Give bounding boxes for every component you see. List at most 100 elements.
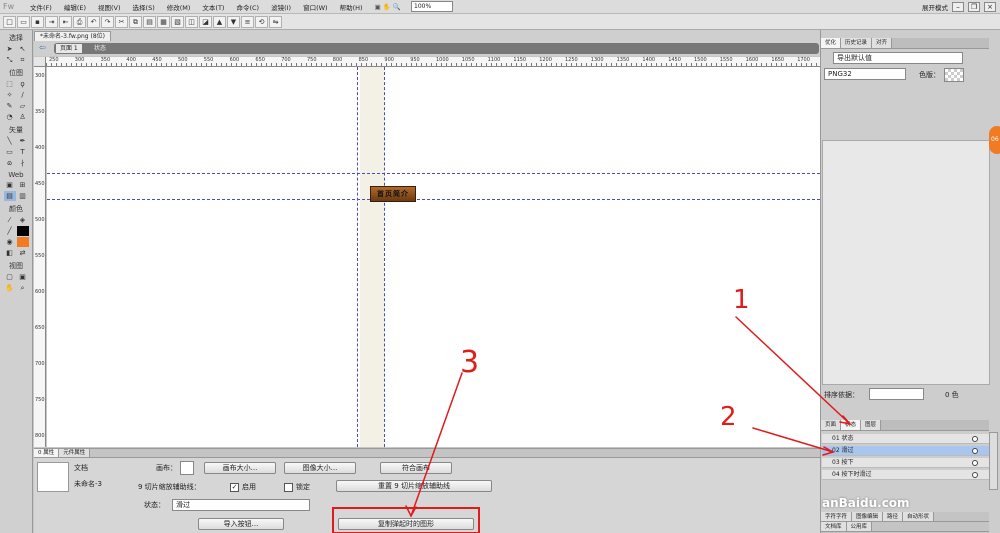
new-icon[interactable]: □ — [3, 15, 16, 28]
sort-select[interactable] — [869, 388, 924, 400]
rotate-icon[interactable]: ⟲ — [255, 15, 268, 28]
tab-pages[interactable]: 页面 — [821, 420, 842, 430]
ungroup-icon[interactable]: ▧ — [171, 15, 184, 28]
horizontal-ruler[interactable]: 250 300 350 400 450 500 550 600 650 700 750 800 850 9… — [46, 57, 820, 67]
minimize-icon[interactable]: – — [952, 1, 964, 12]
tab-character[interactable]: 字符字符 — [821, 512, 853, 521]
hide-slices-icon[interactable]: ▤ — [3, 191, 16, 201]
paint-bucket-tool-icon[interactable]: ◈ — [17, 215, 29, 225]
tab-align[interactable]: 对齐 — [872, 38, 893, 48]
crop-tool-icon[interactable]: ⌗ — [17, 55, 29, 65]
tab-symbol-properties[interactable]: 元件属性 — [59, 449, 91, 457]
hotspot-tool-icon[interactable]: ▣ — [4, 180, 16, 190]
magic-wand-tool-icon[interactable]: ✧ — [4, 90, 16, 100]
split-icon[interactable]: ◪ — [199, 15, 212, 28]
menu-commands[interactable]: 命令(C) — [230, 2, 265, 12]
save-icon[interactable]: ▪ — [31, 15, 44, 28]
menu-select[interactable]: 选择(S) — [127, 2, 161, 12]
menu-text[interactable]: 文本(T) — [196, 2, 230, 12]
orange-side-badge[interactable]: 06 — [989, 126, 1000, 154]
zoom-select[interactable]: 100% — [411, 1, 454, 12]
state-select[interactable]: 滑过 — [172, 499, 310, 511]
menu-window[interactable]: 窗口(W) — [297, 2, 334, 12]
workspace-mode[interactable]: 展开模式 — [922, 2, 948, 12]
vertical-ruler[interactable]: 300 350 400 450 500 550 600 650 700 750 800 — [34, 67, 46, 447]
matte-swatch[interactable] — [944, 68, 964, 82]
state-row-4[interactable]: 04 按下时滑过 — [822, 470, 990, 480]
undo-icon[interactable]: ↶ — [87, 15, 100, 28]
hand-tool-icon[interactable]: ✋ — [4, 283, 16, 293]
back-icon[interactable]: ▼ — [227, 15, 240, 28]
state-dot-icon[interactable] — [972, 472, 978, 478]
menu-filters[interactable]: 滤镜(I) — [265, 2, 297, 12]
line-tool-icon[interactable]: ╲ — [4, 136, 16, 146]
state-row-2[interactable]: 02 滑过 — [822, 446, 990, 456]
menu-modify[interactable]: 修改(M) — [161, 2, 197, 12]
canvas-color-swatch[interactable] — [180, 461, 194, 475]
tab-image-edit[interactable]: 图像编辑 — [852, 512, 884, 521]
swap-colors-icon[interactable]: ⇄ — [17, 248, 29, 258]
group-icon[interactable]: ▦ — [157, 15, 170, 28]
state-row-1[interactable]: 01 状态 — [822, 434, 990, 444]
tab-auto-shapes[interactable]: 自动形状 — [903, 512, 935, 521]
pencil-tool-icon[interactable]: ✎ — [4, 101, 16, 111]
format-select[interactable]: PNG32 — [824, 68, 906, 80]
copy-icon[interactable]: ⧉ — [129, 15, 142, 28]
fill-bucket-icon[interactable]: ◉ — [4, 237, 16, 247]
rectangle-tool-icon[interactable]: ▭ — [4, 147, 16, 157]
open-icon[interactable]: ▭ — [17, 15, 30, 28]
fit-canvas-button[interactable]: 符合画布 — [380, 462, 452, 474]
state-row-3[interactable]: 03 按下 — [822, 458, 990, 468]
freeform-tool-icon[interactable]: ɷ — [4, 158, 16, 168]
lasso-tool-icon[interactable]: ϙ — [17, 79, 29, 89]
stroke-swatch[interactable] — [16, 226, 29, 236]
menu-help[interactable]: 帮助(H) — [334, 2, 369, 12]
guide-vertical-1[interactable] — [357, 67, 358, 447]
tab-optimize[interactable]: 优化 — [821, 38, 842, 48]
tab-properties[interactable]: 0 属性 — [34, 449, 60, 457]
menu-edit[interactable]: 编辑(E) — [58, 2, 92, 12]
eraser-tool-icon[interactable]: ▱ — [17, 101, 29, 111]
print-icon[interactable]: ⎙ — [73, 15, 86, 28]
tab-common-library[interactable]: 公用库 — [846, 522, 873, 531]
document-tab[interactable]: *未命名-3.fw.png (8位) — [34, 31, 111, 41]
fill-swatch[interactable] — [16, 237, 29, 247]
tab-layers[interactable]: 图层 — [861, 420, 882, 430]
knife-tool-icon[interactable]: ∤ — [17, 158, 29, 168]
align-icon[interactable]: ≡ — [241, 15, 254, 28]
pointer-tool-icon[interactable]: ➤ — [4, 44, 16, 54]
state-tab[interactable]: 状态 — [94, 44, 106, 53]
flip-icon[interactable]: ⇋ — [269, 15, 282, 28]
state-dot-icon[interactable] — [972, 460, 978, 466]
slice-tool-icon[interactable]: ⊞ — [17, 180, 29, 190]
import-button[interactable]: 导入按钮... — [198, 518, 284, 530]
close-icon[interactable]: × — [984, 1, 996, 12]
marquee-tool-icon[interactable]: ⬚ — [4, 79, 16, 89]
export-icon[interactable]: ⇤ — [59, 15, 72, 28]
standard-screen-icon[interactable]: ▢ — [4, 272, 16, 282]
text-tool-icon[interactable]: T — [17, 147, 29, 157]
enable-checkbox[interactable]: ✓ — [230, 483, 239, 492]
scale-tool-icon[interactable]: ⤡ — [4, 55, 16, 65]
guide-horizontal-1[interactable] — [47, 173, 820, 174]
states-scrollbar[interactable] — [989, 432, 998, 490]
join-icon[interactable]: ◫ — [185, 15, 198, 28]
eyedropper-tool-icon[interactable]: ⁄ — [4, 215, 16, 225]
import-icon[interactable]: ⇥ — [45, 15, 58, 28]
show-slices-icon[interactable]: ▥ — [17, 191, 29, 201]
stamp-tool-icon[interactable]: ♙ — [17, 112, 29, 122]
tab-history[interactable]: 历史记录 — [841, 38, 873, 48]
stroke-color-icon[interactable]: ╱ — [4, 226, 16, 236]
state-dot-icon[interactable] — [972, 448, 978, 454]
front-icon[interactable]: ▲ — [213, 15, 226, 28]
guide-vertical-2[interactable] — [384, 67, 385, 447]
pen-tool-icon[interactable]: ✒ — [17, 136, 29, 146]
canvas-size-button[interactable]: 画布大小... — [204, 462, 276, 474]
button-banner[interactable]: 首页简介 — [370, 186, 416, 202]
image-size-button[interactable]: 图像大小... — [284, 462, 356, 474]
back-arrow-icon[interactable]: ⇦ — [39, 43, 46, 52]
toolbar-icon-a[interactable]: ▣ ✋ 🔍 — [369, 3, 407, 11]
tab-path[interactable]: 路径 — [883, 512, 904, 521]
paste-icon[interactable]: ▤ — [143, 15, 156, 28]
full-screen-icon[interactable]: ▣ — [17, 272, 29, 282]
